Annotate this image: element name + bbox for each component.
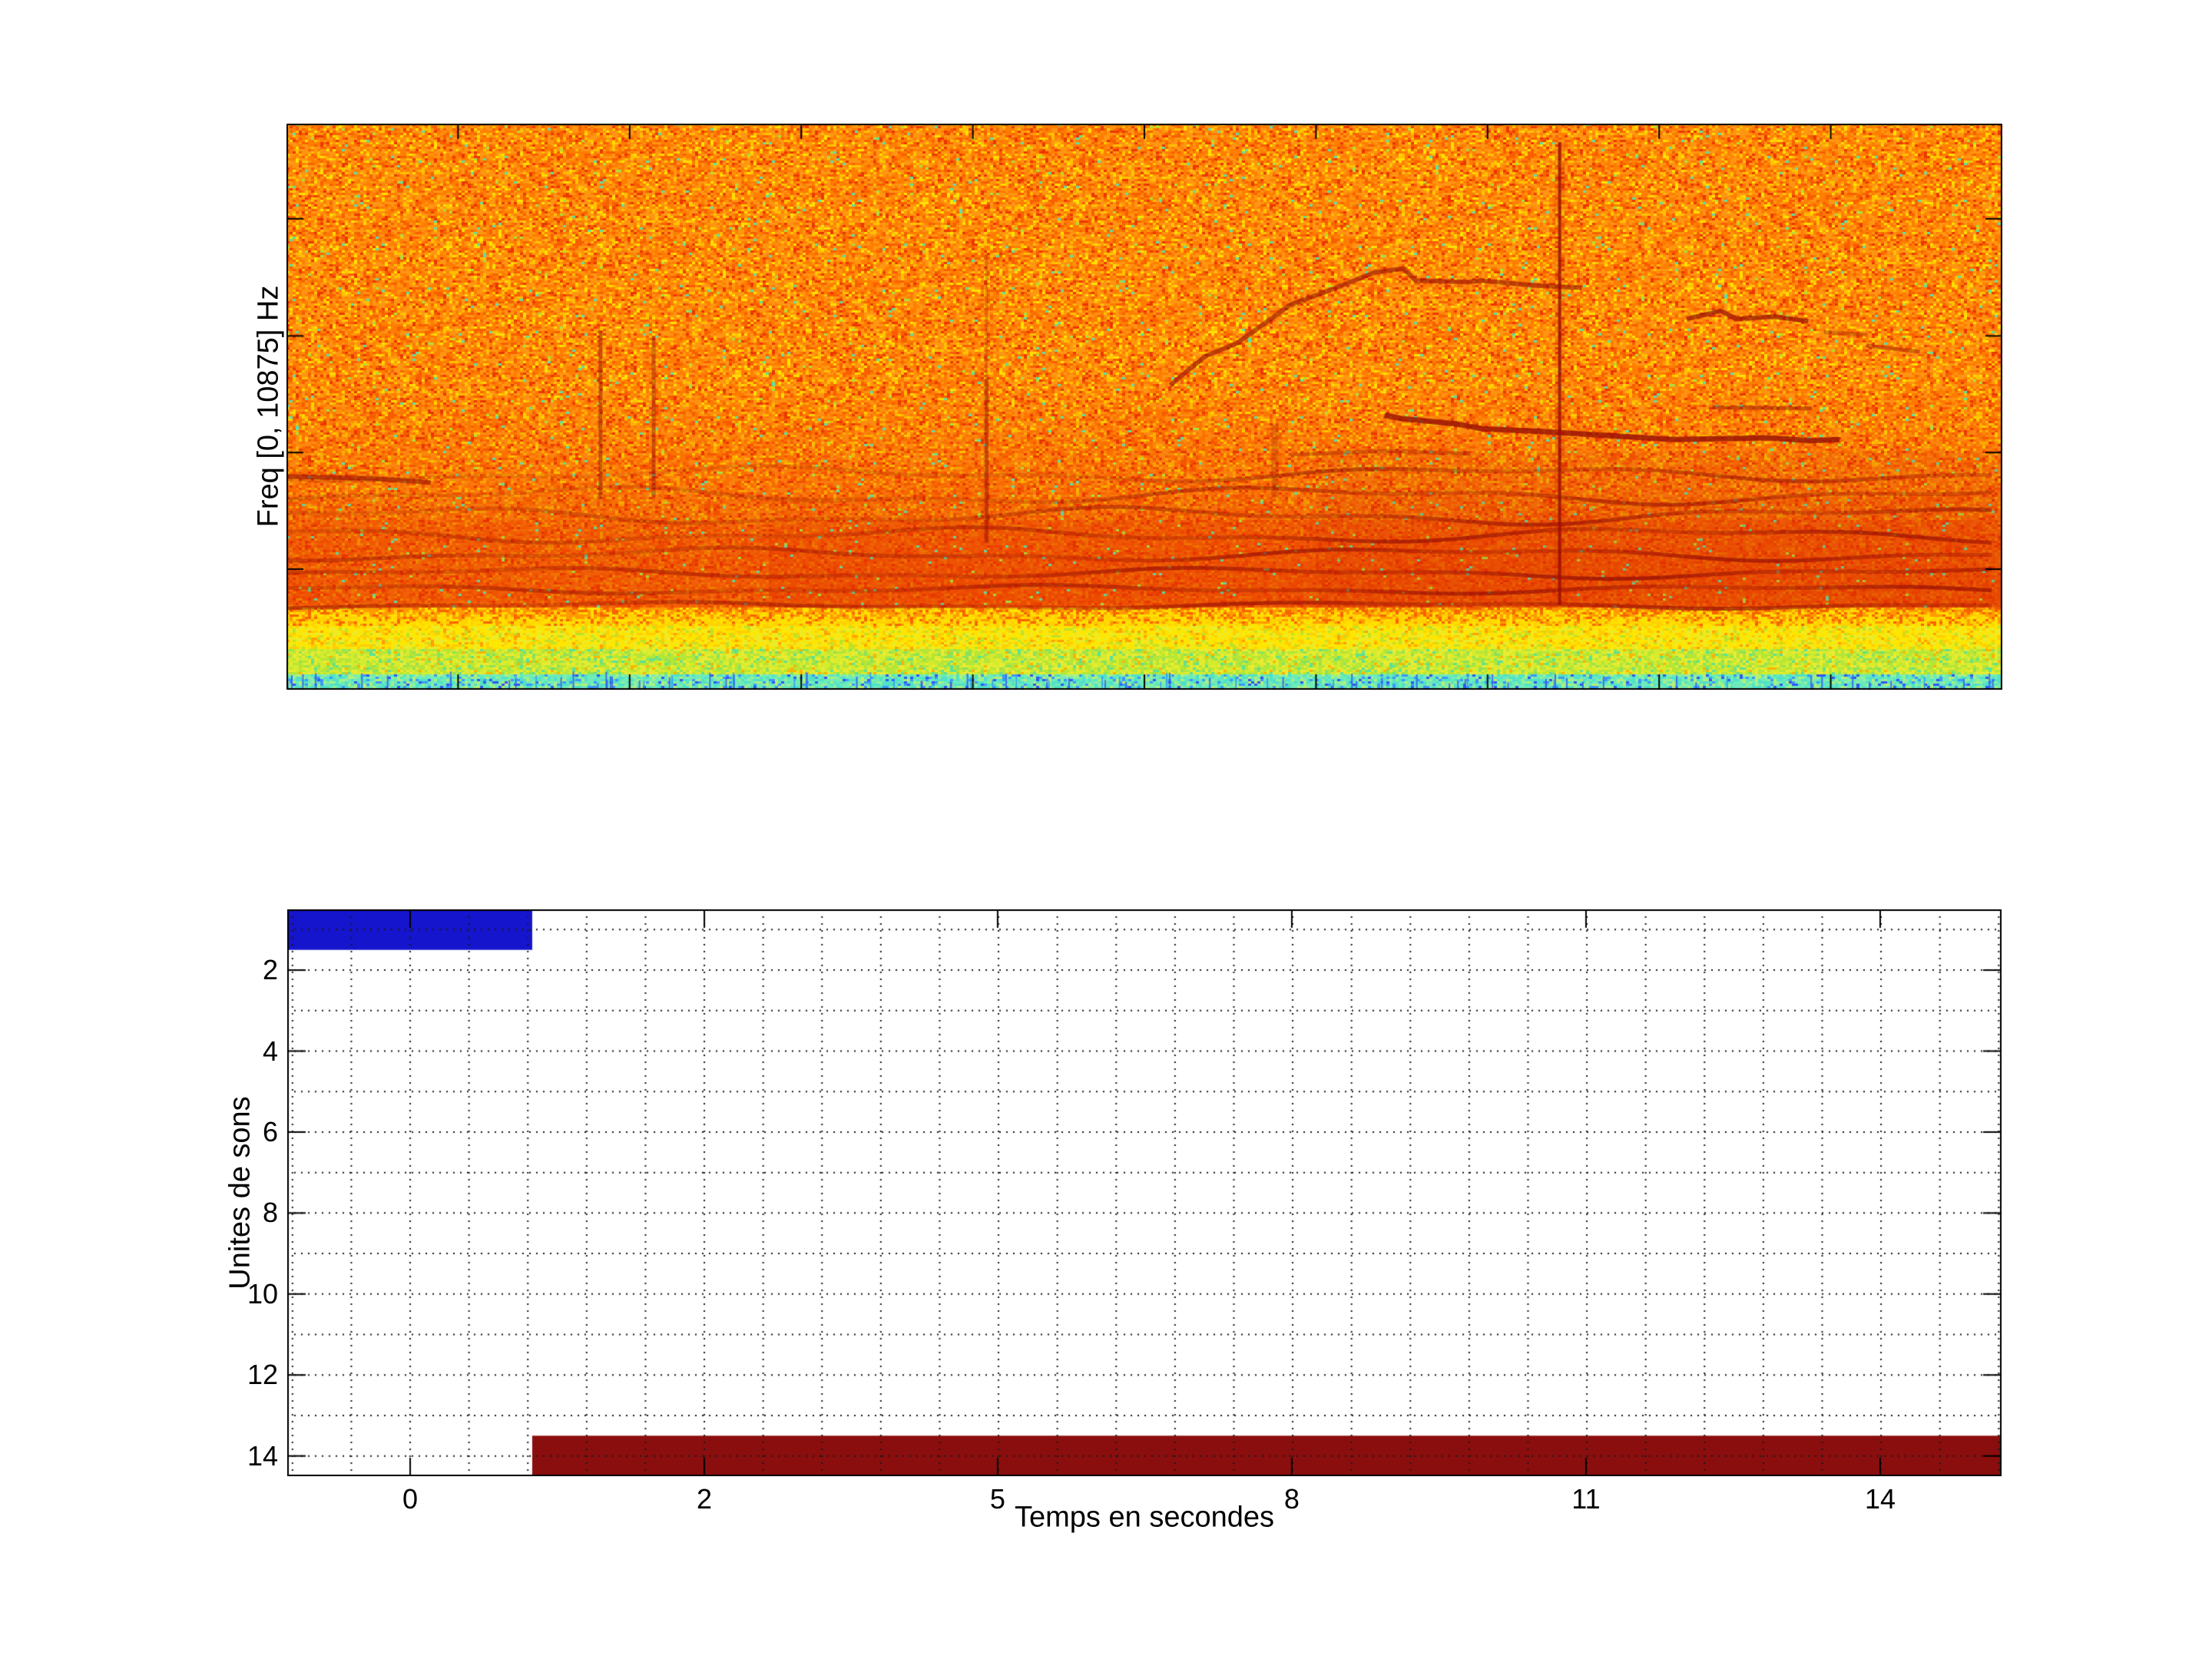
x-tick-label: 5 bbox=[952, 1484, 1044, 1515]
y-tick-label: 6 bbox=[209, 1117, 278, 1147]
y-tick-label: 2 bbox=[209, 955, 278, 985]
y-tick-label: 4 bbox=[209, 1036, 278, 1067]
y-tick-label: 8 bbox=[209, 1197, 278, 1228]
x-tick-label: 14 bbox=[1834, 1484, 1926, 1515]
spectrogram-plot bbox=[286, 124, 2002, 690]
timeline-xlabel: Temps en secondes bbox=[1015, 1502, 1274, 1535]
units-timeline-plot bbox=[287, 909, 2002, 1476]
x-tick-label: 8 bbox=[1246, 1484, 1338, 1515]
spectrogram-ylabel: Freq [0, 10875] Hz bbox=[253, 286, 286, 528]
y-tick-label: 14 bbox=[209, 1441, 278, 1472]
y-tick-label: 12 bbox=[209, 1359, 278, 1390]
matlab-figure: { "figure": { "background": "#ffffff", "… bbox=[0, 0, 2212, 1659]
x-tick-label: 2 bbox=[658, 1484, 750, 1515]
y-tick-label: 10 bbox=[209, 1279, 278, 1310]
x-tick-label: 11 bbox=[1540, 1484, 1632, 1515]
x-tick-label: 0 bbox=[364, 1484, 456, 1515]
